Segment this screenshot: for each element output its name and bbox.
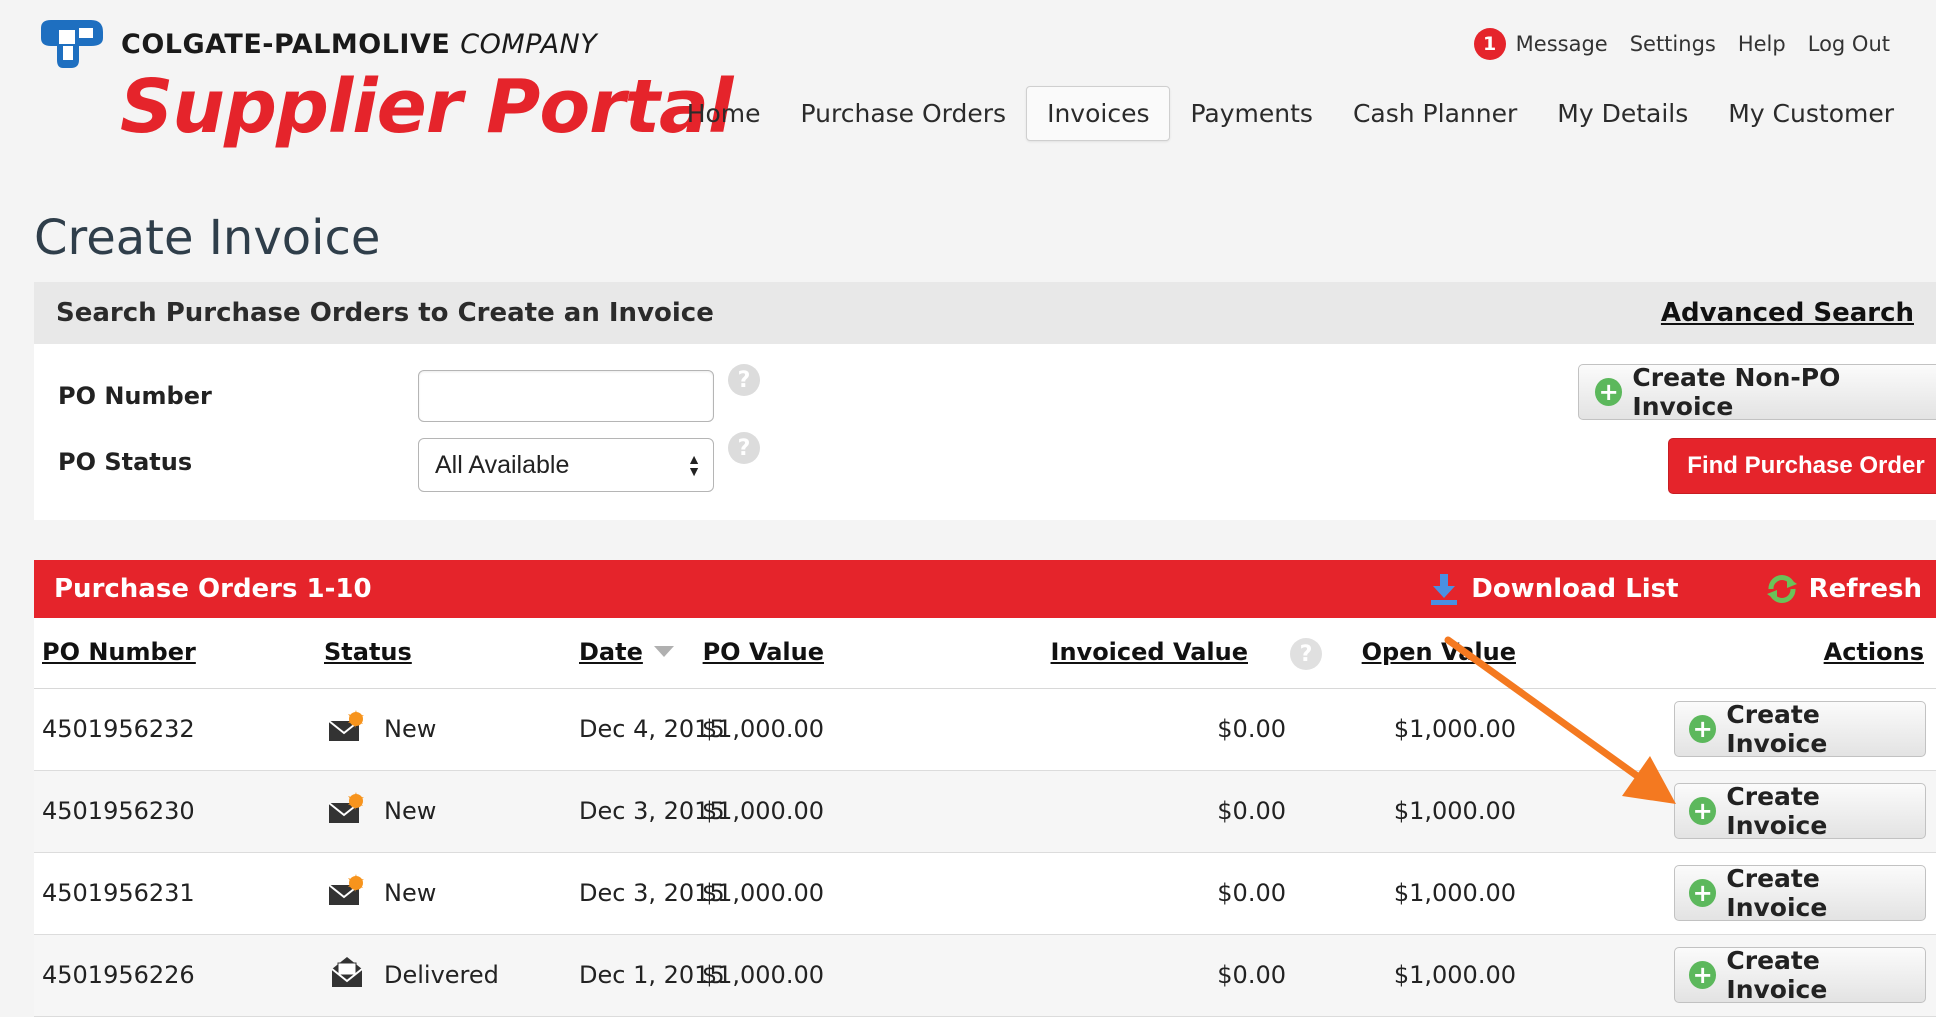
column-date[interactable]: Date bbox=[579, 638, 643, 666]
plus-circle-icon: + bbox=[1595, 378, 1623, 406]
po-status-value: All Available bbox=[435, 450, 570, 479]
status-cell: New bbox=[384, 715, 437, 743]
po-value-cell: $1,000.00 bbox=[701, 961, 824, 989]
column-status[interactable]: Status bbox=[324, 638, 412, 666]
new-mail-icon bbox=[328, 874, 364, 905]
download-icon bbox=[1431, 574, 1458, 605]
status-cell: New bbox=[384, 797, 437, 825]
tab-home[interactable]: Home bbox=[667, 87, 781, 140]
open-value-cell: $1,000.00 bbox=[1393, 961, 1516, 989]
search-panel-title: Search Purchase Orders to Create an Invo… bbox=[56, 298, 714, 328]
colgate-logo-icon bbox=[41, 20, 103, 68]
advanced-search-link[interactable]: Advanced Search bbox=[1661, 298, 1914, 328]
po-value-cell: $1,000.00 bbox=[701, 715, 824, 743]
tab-my-details[interactable]: My Details bbox=[1537, 87, 1708, 140]
utility-nav: 1 Message Settings Help Log Out bbox=[1473, 28, 1890, 60]
po-number-cell[interactable]: 4501956226 bbox=[42, 961, 195, 989]
message-count-badge: 1 bbox=[1473, 28, 1506, 60]
table-row: 4501956231 New Dec 3, 2015 $1,000.00 $0.… bbox=[34, 853, 1936, 935]
column-po-value[interactable]: PO Value bbox=[703, 638, 824, 666]
po-number-cell[interactable]: 4501956232 bbox=[42, 715, 195, 743]
results-header: Purchase Orders 1-10 Download List Refre… bbox=[34, 560, 1936, 618]
po-number-label: PO Number bbox=[58, 382, 212, 410]
refresh-button[interactable]: Refresh bbox=[1765, 572, 1922, 606]
po-status-label: PO Status bbox=[58, 448, 193, 476]
company-name: COLGATE-PALMOLIVE COMPANY bbox=[121, 28, 598, 60]
po-number-cell[interactable]: 4501956231 bbox=[42, 879, 195, 907]
refresh-icon bbox=[1766, 575, 1797, 603]
tab-my-customer[interactable]: My Customer bbox=[1708, 87, 1914, 140]
create-invoice-button[interactable]: + Create Invoice bbox=[1674, 864, 1926, 922]
settings-link[interactable]: Settings bbox=[1630, 32, 1716, 56]
table-header: PO Number Status Date PO Value Invoiced … bbox=[34, 618, 1936, 689]
invoiced-value-cell: $0.00 bbox=[1217, 715, 1286, 743]
help-link[interactable]: Help bbox=[1738, 32, 1786, 56]
po-value-cell: $1,000.00 bbox=[701, 879, 824, 907]
open-value-cell: $1,000.00 bbox=[1393, 715, 1516, 743]
table-row: 4501956232 New Dec 4, 2015 $1,000.00 $0.… bbox=[34, 689, 1936, 771]
search-panel-header: Search Purchase Orders to Create an Invo… bbox=[34, 282, 1936, 344]
po-status-help-icon[interactable]: ? bbox=[728, 432, 760, 464]
create-invoice-button[interactable]: + Create Invoice bbox=[1674, 700, 1926, 758]
sort-descending-icon bbox=[654, 646, 674, 657]
create-invoice-button[interactable]: + Create Invoice bbox=[1674, 946, 1926, 1004]
table-row: 4501956226 Delivered Dec 1, 2015 $1,000.… bbox=[34, 935, 1936, 1017]
plus-circle-icon: + bbox=[1689, 961, 1717, 989]
column-invoiced-value[interactable]: Invoiced Value bbox=[1051, 638, 1248, 666]
page-title: Create Invoice bbox=[34, 210, 381, 266]
po-value-cell: $1,000.00 bbox=[701, 797, 824, 825]
column-po-number[interactable]: PO Number bbox=[42, 638, 196, 666]
main-nav: Home Purchase Orders Invoices Payments C… bbox=[667, 86, 1914, 141]
invoiced-value-cell: $0.00 bbox=[1217, 797, 1286, 825]
plus-circle-icon: + bbox=[1689, 797, 1717, 825]
new-mail-icon bbox=[328, 792, 364, 823]
po-number-help-icon[interactable]: ? bbox=[728, 364, 760, 396]
po-status-select[interactable]: All Available ▲ ▼ bbox=[418, 438, 714, 492]
column-open-value[interactable]: Open Value bbox=[1362, 638, 1516, 666]
search-panel: Search Purchase Orders to Create an Invo… bbox=[34, 282, 1936, 520]
open-value-cell: $1,000.00 bbox=[1393, 797, 1516, 825]
tab-cash-planner[interactable]: Cash Planner bbox=[1333, 87, 1537, 140]
results-title: Purchase Orders 1-10 bbox=[54, 574, 372, 604]
invoiced-value-cell: $0.00 bbox=[1217, 961, 1286, 989]
portal-title: Supplier Portal bbox=[120, 64, 733, 150]
status-cell: Delivered bbox=[384, 961, 499, 989]
new-mail-icon bbox=[328, 710, 364, 741]
column-actions: Actions bbox=[1823, 638, 1924, 666]
plus-circle-icon: + bbox=[1689, 879, 1717, 907]
po-number-cell[interactable]: 4501956230 bbox=[42, 797, 195, 825]
table-row: 4501956230 New Dec 3, 2015 $1,000.00 $0.… bbox=[34, 771, 1936, 853]
open-value-cell: $1,000.00 bbox=[1393, 879, 1516, 907]
invoiced-value-help-icon[interactable]: ? bbox=[1290, 638, 1322, 670]
status-cell: New bbox=[384, 879, 437, 907]
download-list-button[interactable]: Download List bbox=[1429, 572, 1679, 606]
invoiced-value-cell: $0.00 bbox=[1217, 879, 1286, 907]
create-invoice-button[interactable]: + Create Invoice bbox=[1674, 782, 1926, 840]
find-purchase-order-button[interactable]: Find Purchase Order bbox=[1668, 438, 1936, 494]
message-link[interactable]: 1 Message bbox=[1473, 28, 1608, 60]
tab-invoices[interactable]: Invoices bbox=[1026, 86, 1171, 141]
tab-purchase-orders[interactable]: Purchase Orders bbox=[781, 87, 1027, 140]
create-non-po-invoice-button[interactable]: + Create Non-PO Invoice bbox=[1578, 363, 1936, 421]
po-number-input[interactable] bbox=[418, 370, 714, 422]
plus-circle-icon: + bbox=[1689, 715, 1717, 743]
logout-link[interactable]: Log Out bbox=[1808, 32, 1890, 56]
select-arrows-icon: ▲ ▼ bbox=[687, 451, 701, 479]
open-mail-icon bbox=[331, 957, 363, 987]
tab-payments[interactable]: Payments bbox=[1170, 87, 1332, 140]
